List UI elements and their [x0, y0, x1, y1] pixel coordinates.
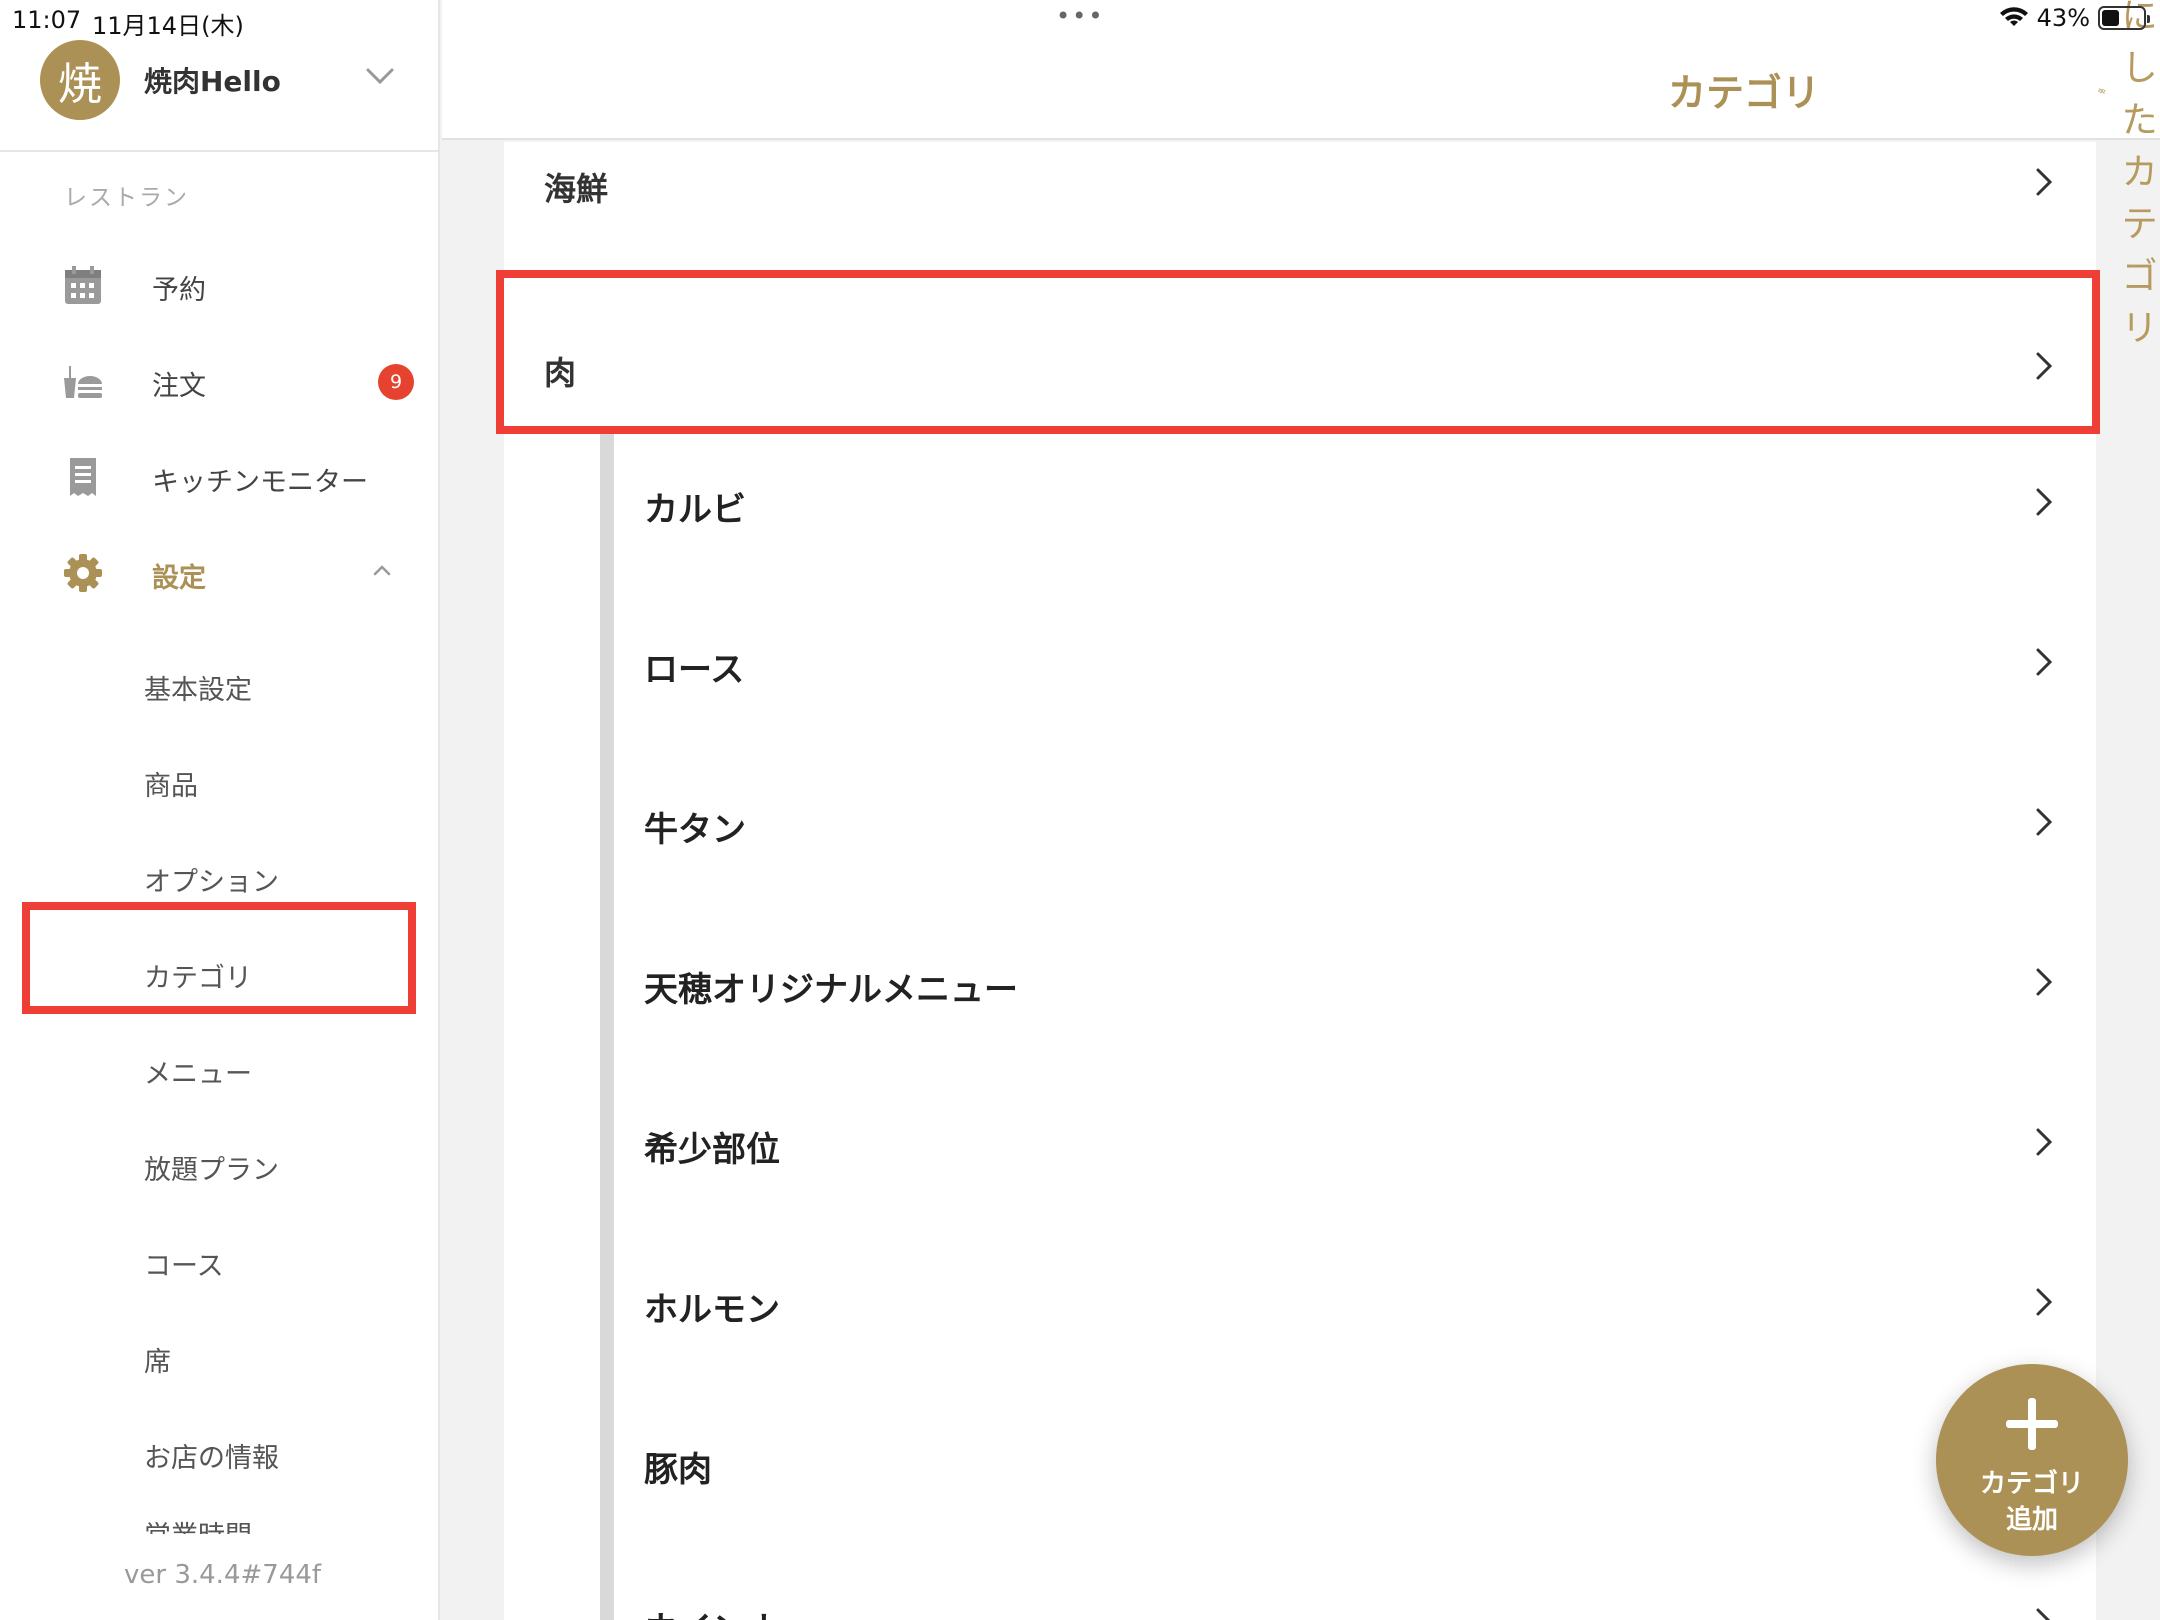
multitask-dots-icon[interactable]: ••• [1056, 2, 1104, 30]
subcategory-row[interactable]: ホルモン [614, 1220, 2096, 1380]
hidden-categories-button[interactable]: 非表示にしたカテゴリ [2098, 0, 2160, 349]
subcategory-indent-bar [600, 432, 614, 1620]
order-icon [64, 366, 102, 398]
battery-fill [2102, 10, 2120, 26]
chevron-right-icon [2036, 168, 2053, 196]
sidebar-subitem-label: 基本設定 [144, 675, 252, 706]
subcategory-row[interactable]: 豚肉 [614, 1380, 2096, 1540]
sidebar: 焼 焼肉Hello レストラン 予約 注文 9 キッチンモニター 設定 基本設定… [0, 0, 440, 1620]
subcategory-label: ホルモン [644, 1290, 780, 1330]
highlight-box-meat-category [496, 270, 2100, 434]
chevron-right-icon [2036, 1608, 2051, 1620]
sidebar-item-kitchen-monitor[interactable]: キッチンモニター [0, 436, 440, 516]
calendar-icon [65, 266, 101, 304]
subcategory-label: ロース [644, 650, 745, 690]
subcategory-label: 希少部位 [644, 1130, 780, 1170]
sidebar-subitem-label: 席 [144, 1347, 171, 1378]
chevron-right-icon [2036, 1128, 2053, 1156]
wifi-icon [1999, 7, 2028, 26]
sidebar-subitem-menu[interactable]: メニュー [0, 1030, 440, 1110]
subcategory-row[interactable]: ロース [614, 580, 2096, 740]
hidden-categories-label: 非表示にしたカテゴリ [2121, 0, 2158, 349]
status-time: 11:07 [12, 6, 82, 34]
category-label: 海鮮 [544, 170, 609, 208]
chevron-right-icon [2036, 968, 2053, 996]
add-category-label-line2: 追加 [2005, 1505, 2058, 1535]
add-category-label: カテゴリ 追加 [1936, 1466, 2128, 1538]
sidebar-item-label: 設定 [152, 563, 206, 594]
sidebar-item-settings[interactable]: 設定 [0, 532, 440, 612]
sidebar-subitem-label: メニュー [144, 1059, 252, 1090]
subcategory-row[interactable]: 希少部位 [614, 1060, 2096, 1220]
highlight-box-sidebar-category [22, 902, 416, 1014]
subcategory-label: 牛タン [644, 810, 746, 850]
sidebar-subitem-shop-info[interactable]: お店の情報 [0, 1414, 440, 1494]
sidebar-item-label: 予約 [152, 275, 206, 306]
app-version: ver 3.4.4#744f [124, 1560, 322, 1590]
chevron-up-icon[interactable] [368, 556, 396, 584]
sidebar-subitem-label: 商品 [144, 771, 198, 802]
account-name: 焼肉Hello [144, 65, 281, 98]
subcategory-row[interactable]: カルビ [614, 420, 2096, 580]
battery-icon [2098, 6, 2150, 30]
plus-icon [2006, 1398, 2058, 1450]
sidebar-subitem-label: 営業時間 [144, 1521, 252, 1534]
sidebar-subitem-label: 放題プラン [144, 1155, 279, 1186]
eye-off-icon [2098, 88, 2106, 94]
page-title: カテゴリ [1668, 71, 1821, 115]
add-category-label-line1: カテゴリ [1979, 1469, 2084, 1499]
sidebar-subitem-business-hours[interactable]: 営業時間 [144, 1514, 444, 1534]
sidebar-subitem-all-you-can-plans[interactable]: 放題プラン [0, 1126, 440, 1206]
gear-icon [64, 554, 102, 592]
subcategory-row[interactable]: 牛タン [614, 740, 2096, 900]
sidebar-item-orders[interactable]: 注文 9 [0, 340, 440, 420]
sidebar-item-reservation[interactable]: 予約 [0, 244, 440, 324]
receipt-icon [70, 458, 96, 496]
subcategory-label: 天穂オリジナルメニュー [644, 970, 1018, 1010]
order-count-badge: 9 [378, 364, 414, 400]
sidebar-subitem-products[interactable]: 商品 [0, 742, 440, 822]
subcategory-label: 豚肉 [644, 1450, 712, 1490]
subcategory-label: ウインナ [644, 1602, 780, 1620]
sidebar-subitem-label: お店の情報 [144, 1443, 279, 1474]
chevron-right-icon [2036, 488, 2053, 516]
sidebar-subitem-label: コース [144, 1251, 224, 1282]
chevron-right-icon [2036, 648, 2053, 676]
section-label: レストラン [64, 185, 189, 211]
sidebar-subitem-seats[interactable]: 席 [0, 1318, 440, 1398]
chevron-down-icon[interactable] [362, 58, 398, 94]
status-bar: 11:07 11月14日(木) ••• 43% [0, 0, 2160, 40]
sidebar-subitem-basic-settings[interactable]: 基本設定 [0, 646, 440, 726]
battery-percent: 43% [2036, 4, 2090, 32]
status-right: 43% [1999, 4, 2150, 32]
subcategory-label: カルビ [644, 490, 746, 530]
status-date: 11月14日(木) [92, 12, 244, 40]
add-category-button[interactable]: カテゴリ 追加 [1936, 1364, 2128, 1556]
account-switcher[interactable]: 焼 焼肉Hello [0, 40, 440, 152]
sidebar-subitem-course[interactable]: コース [0, 1222, 440, 1302]
chevron-right-icon [2036, 808, 2053, 836]
chevron-right-icon [2036, 1288, 2053, 1316]
subcategory-row[interactable]: 天穂オリジナルメニュー [614, 900, 2096, 1060]
subcategory-row[interactable]: ウインナ [614, 1540, 2096, 1620]
sidebar-item-label: 注文 [152, 371, 206, 402]
sidebar-subitem-label: オプション [144, 867, 279, 898]
sidebar-item-label: キッチンモニター [152, 467, 368, 498]
avatar: 焼 [40, 40, 120, 120]
